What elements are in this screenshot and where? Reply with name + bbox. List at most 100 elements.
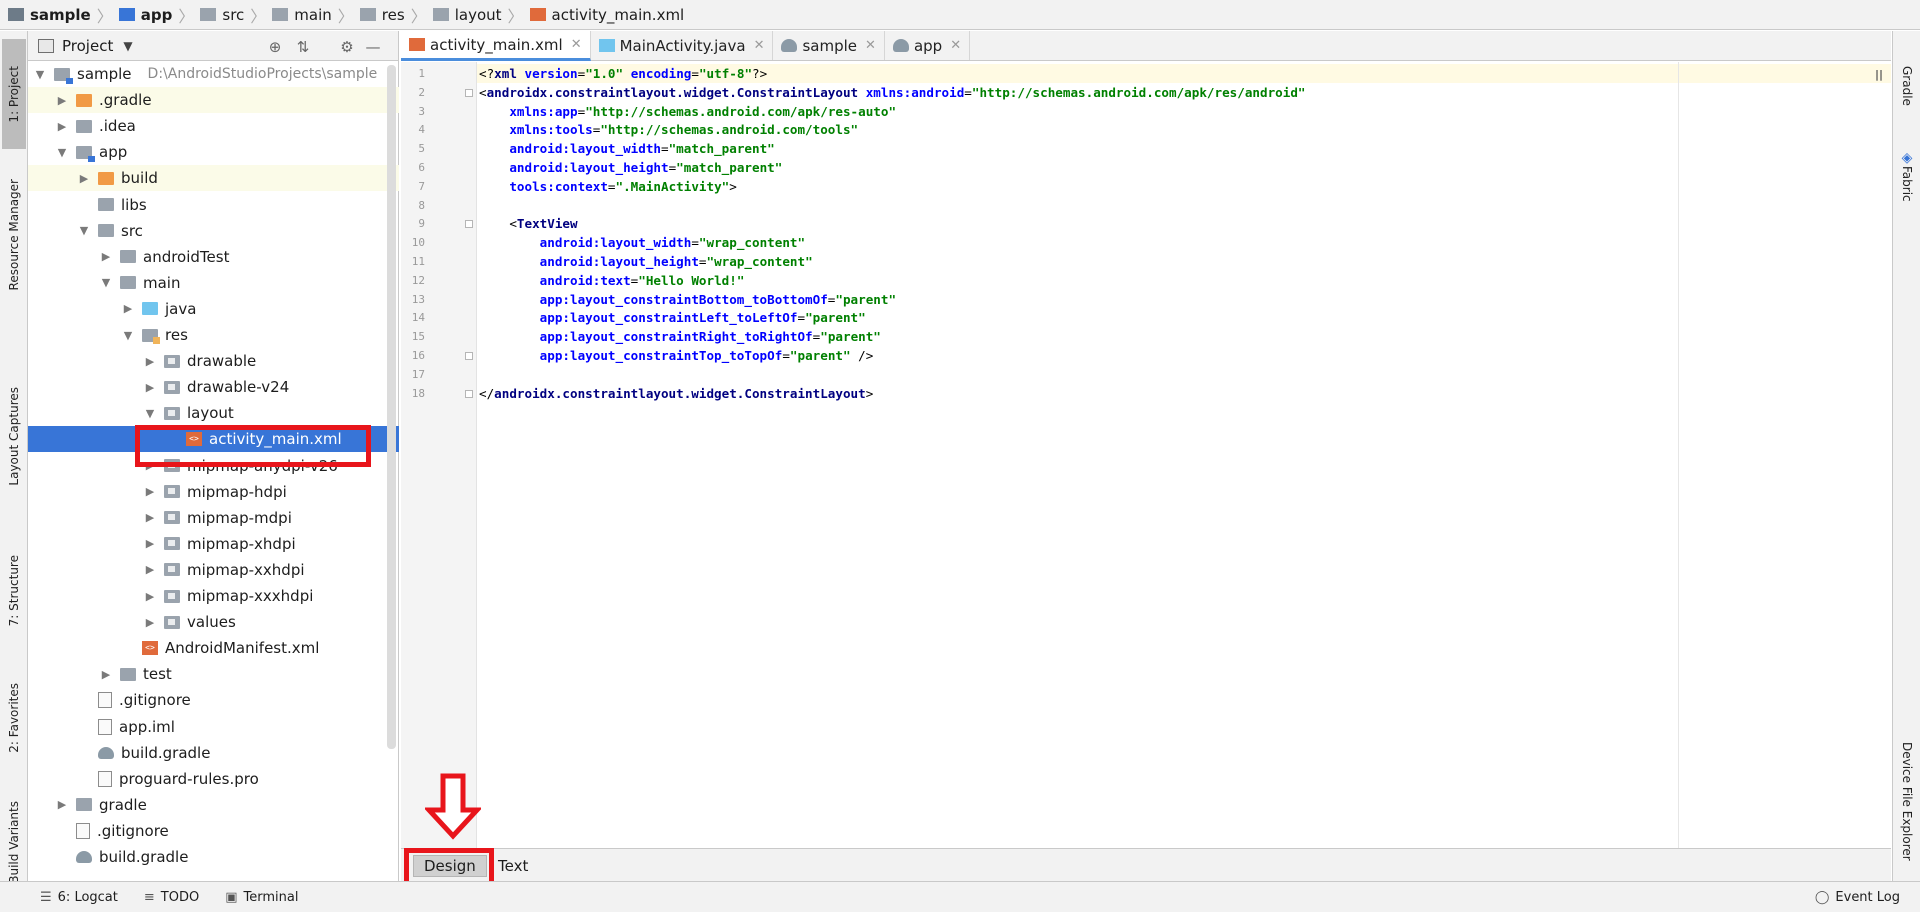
tree-item[interactable]: ▶ .idea [28,113,399,139]
tree-item[interactable]: ▼ layout [28,400,399,426]
code-token: TextView [516,216,578,232]
tree-item[interactable]: ▶ mipmap-xhdpi [28,531,399,557]
collapse-arrow-icon[interactable]: ▶ [100,668,112,681]
collapse-arrow-icon[interactable]: ▶ [100,250,112,263]
tree-item[interactable]: ▼ sample D:\AndroidStudioProjects\sample [28,61,399,87]
tree-item[interactable]: ▼ main [28,270,399,296]
tree-item[interactable]: ▼ app [28,139,399,165]
fold-marker-icon[interactable] [465,352,473,360]
tree-item[interactable]: ▶ mipmap-xxhdpi [28,557,399,583]
project-view-selector[interactable]: Project [62,37,113,55]
close-icon[interactable]: ✕ [865,38,876,53]
tree-scrollbar[interactable] [387,65,396,749]
tool-tab-layout-captures[interactable]: Layout Captures [2,361,26,511]
breadcrumb-item[interactable]: src [196,0,250,30]
breadcrumb-item[interactable]: res [356,0,411,30]
tool-tab-structure-label: 7: Structure [7,555,21,627]
collapse-arrow-icon[interactable]: ▶ [144,355,156,368]
collapse-arrow-icon[interactable]: ▶ [78,172,90,185]
event-log-button[interactable]: ◯ Event Log [1815,890,1900,905]
tree-item[interactable]: build.gradle [28,844,399,870]
breadcrumb-item[interactable]: layout [429,0,508,30]
tree-item[interactable]: ▶ values [28,609,399,635]
expand-arrow-icon[interactable]: ▼ [56,146,68,159]
tree-item[interactable]: ▶ mipmap-xxxhdpi [28,583,399,609]
collapse-arrow-icon[interactable]: ▶ [144,616,156,629]
collapse-all-icon[interactable]: ⇅ [294,38,312,56]
tool-tab-fabric[interactable]: ◈ Fabric [1895,126,1919,226]
collapse-arrow-icon[interactable]: ▶ [144,563,156,576]
text-tab[interactable]: Text [488,855,538,877]
tree-item[interactable]: ▼ res [28,322,399,348]
tree-item[interactable]: ▶ test [28,661,399,687]
collapse-arrow-icon[interactable]: ▶ [56,120,68,133]
expand-arrow-icon[interactable]: ▼ [34,68,46,81]
tree-item[interactable]: ▶ build [28,165,399,192]
tool-tab-project[interactable]: 1: Project [2,39,26,149]
expand-arrow-icon[interactable]: ▼ [78,224,90,237]
tree-item[interactable]: ▶ java [28,296,399,322]
tree-item[interactable]: ▶ drawable-v24 [28,374,399,400]
terminal-button[interactable]: ▣ Terminal [225,890,298,905]
tree-item[interactable]: build.gradle [28,740,399,766]
editor-tab[interactable]: activity_main.xml ✕ [401,31,591,61]
close-icon[interactable]: ✕ [950,38,961,53]
tree-item[interactable]: app.iml [28,714,399,740]
chevron-down-icon[interactable]: ▼ [123,39,132,53]
tree-item[interactable]: proguard-rules.pro [28,766,399,792]
breadcrumb-item[interactable]: main [268,0,337,30]
editor-tab[interactable]: app ✕ [885,31,971,60]
expand-arrow-icon[interactable]: ▼ [100,276,112,289]
collapse-arrow-icon[interactable]: ▶ [56,94,68,107]
expand-arrow-icon[interactable]: ▼ [122,329,134,342]
breadcrumb-item[interactable]: activity_main.xml [526,0,691,30]
tree-item[interactable]: .gitignore [28,687,399,713]
tree-item[interactable]: ▶ androidTest [28,244,399,270]
tree-item[interactable]: ▶ mipmap-hdpi [28,479,399,505]
logcat-button[interactable]: ☰ 6: Logcat [40,890,118,905]
tool-tab-device-file-explorer[interactable]: Device File Explorer [1895,711,1919,891]
tool-tab-gradle[interactable]: Gradle [1895,41,1919,131]
collapse-arrow-icon[interactable]: ▶ [144,590,156,603]
fold-marker-icon[interactable] [465,389,473,398]
tool-tab-favorites[interactable]: 2: Favorites [2,663,26,773]
todo-button[interactable]: ≡ TODO [144,890,199,905]
collapse-arrow-icon[interactable]: ▶ [144,381,156,394]
collapse-arrow-icon[interactable]: ▶ [122,302,134,315]
code-token: < [479,216,517,232]
expand-arrow-icon[interactable]: ▼ [144,407,156,420]
tree-item[interactable]: <> AndroidManifest.xml [28,635,399,661]
collapse-arrow-icon[interactable]: ▶ [144,537,156,550]
tool-tab-structure[interactable]: 7: Structure [2,536,26,646]
collapse-arrow-icon[interactable]: ▶ [144,511,156,524]
tree-item[interactable]: ▼ src [28,218,399,244]
tree-item[interactable]: ▶ .gradle [28,87,399,114]
fold-marker-icon[interactable] [465,88,473,97]
crosshair-icon[interactable]: ⊕ [266,38,284,56]
breadcrumb-item[interactable]: app [115,0,179,30]
fold-marker-icon[interactable] [465,220,473,229]
breadcrumb-label: activity_main.xml [551,5,685,24]
breadcrumb-item[interactable]: sample [4,0,97,30]
line-number: 18 [411,386,425,400]
tree-item[interactable]: ▶ drawable [28,348,399,374]
editor-tab[interactable]: MainActivity.java ✕ [591,31,774,60]
tree-item-label: main [143,273,181,292]
tree-item[interactable]: ▶ mipmap-mdpi [28,505,399,531]
tool-tab-resource-manager[interactable]: Resource Manager [2,155,26,315]
gear-icon[interactable]: ⚙ [338,38,356,56]
tree-item[interactable]: .gitignore [28,818,399,844]
code-editor[interactable]: 1 2 3 4 5 6 7 8 9 10 11 12 13 14 15 16 17 18 <?xml versio… [401,62,1891,848]
collapse-arrow-icon[interactable]: ▶ [144,485,156,498]
tree-item[interactable]: ▶ gradle [28,792,399,818]
collapse-arrow-icon[interactable]: ▶ [56,798,68,811]
close-icon[interactable]: ✕ [571,37,582,52]
minimize-icon[interactable]: — [364,38,382,56]
tree-item[interactable]: libs [28,192,399,218]
close-icon[interactable]: ✕ [754,38,765,53]
editor-tab[interactable]: sample ✕ [773,31,885,60]
code-token: = [691,66,699,81]
folder-icon [432,8,449,21]
tree-item-label: gradle [99,795,147,814]
